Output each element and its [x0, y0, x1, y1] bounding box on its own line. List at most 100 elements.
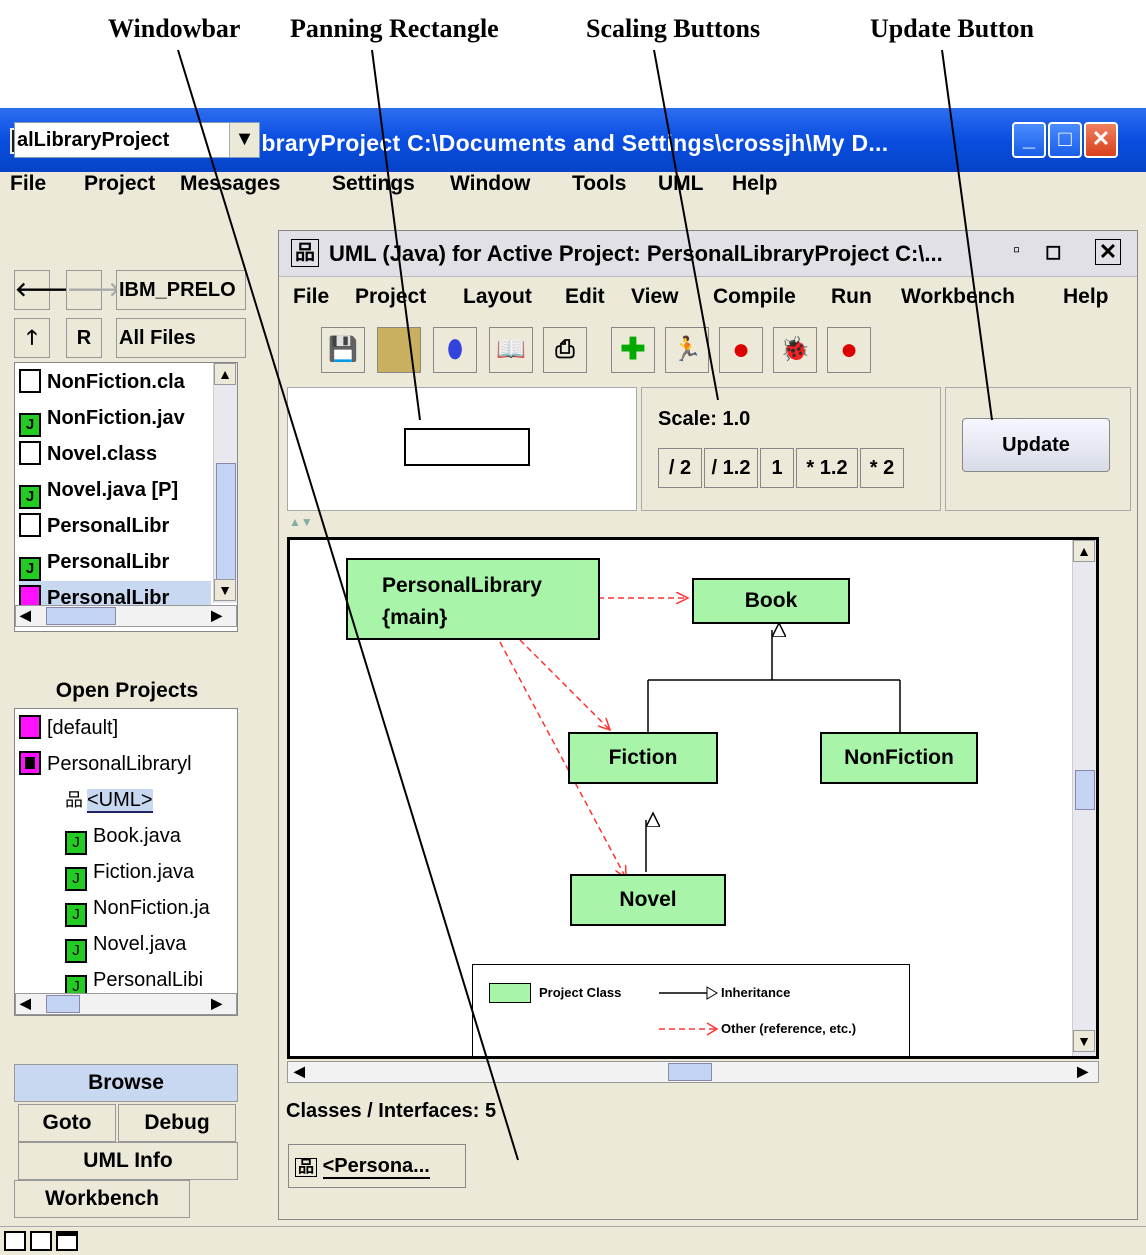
tree-item[interactable]: J Fiction.java: [65, 855, 194, 891]
canvas-vscrollbar[interactable]: ▲ ▼: [1072, 540, 1096, 1056]
iconify-icon[interactable]: ▫: [1013, 239, 1020, 262]
tab-uml-info[interactable]: UML Info: [18, 1142, 238, 1180]
root-button[interactable]: R: [66, 318, 102, 358]
tree-item[interactable]: PersonalLibraryl: [19, 747, 192, 781]
scroll-up-icon[interactable]: ▲: [1073, 540, 1095, 562]
run-icon[interactable]: 🏃: [665, 327, 709, 373]
uml-menu-compile[interactable]: Compile: [713, 285, 796, 309]
scroll-down-icon[interactable]: ▼: [214, 579, 236, 601]
scale-multiply-2-button[interactable]: * 2: [860, 448, 904, 488]
panning-rectangle[interactable]: [404, 428, 530, 466]
close-button[interactable]: ✕: [1084, 122, 1118, 158]
location-field[interactable]: IBM_PRELO: [116, 270, 246, 310]
menu-settings[interactable]: Settings: [332, 172, 415, 196]
uml-menu-edit[interactable]: Edit: [565, 285, 605, 309]
list-item[interactable]: PersonalLibr: [19, 509, 169, 543]
uml-menu-layout[interactable]: Layout: [463, 285, 532, 309]
menu-messages[interactable]: Messages: [180, 172, 280, 196]
save-icon[interactable]: 💾: [321, 327, 365, 373]
menu-uml[interactable]: UML: [658, 172, 704, 196]
book-icon[interactable]: 📖: [489, 327, 533, 373]
tree-item[interactable]: J PersonalLibi: [65, 963, 203, 999]
jar-icon[interactable]: ⬮: [433, 327, 477, 373]
list-item[interactable]: NonFiction.cla: [19, 365, 185, 399]
tree-item[interactable]: J Book.java: [65, 819, 181, 855]
class-novel[interactable]: Novel: [570, 874, 726, 926]
layout-window-icon[interactable]: [56, 1231, 78, 1251]
uml-menu-run[interactable]: Run: [831, 285, 872, 309]
add-icon[interactable]: ✚: [611, 327, 655, 373]
menu-window[interactable]: Window: [450, 172, 530, 196]
layout-doc-icon[interactable]: [30, 1231, 52, 1251]
scroll-thumb[interactable]: [46, 995, 80, 1013]
class-nonfiction[interactable]: NonFiction: [820, 732, 978, 784]
scroll-left-icon[interactable]: ◀: [20, 607, 31, 624]
up-button[interactable]: 🡑: [14, 318, 50, 358]
list-item[interactable]: Novel.class: [19, 437, 157, 471]
menu-project[interactable]: Project: [84, 172, 155, 196]
back-button[interactable]: 🡐: [14, 270, 69, 310]
open-folder-icon[interactable]: [377, 327, 421, 373]
maximize-icon[interactable]: ◻: [1045, 239, 1062, 264]
uml-menu-view[interactable]: View: [631, 285, 678, 309]
debug-ladybug-icon[interactable]: 🐞: [773, 327, 817, 373]
menu-tools[interactable]: Tools: [572, 172, 626, 196]
tree-item[interactable]: [default]: [19, 711, 118, 745]
print-icon[interactable]: ⎙: [543, 327, 587, 373]
uml-menu-project[interactable]: Project: [355, 285, 426, 309]
tab-browse[interactable]: Browse: [14, 1064, 238, 1102]
windowbar-task-button[interactable]: 品 <Persona...: [288, 1144, 466, 1188]
maximize-button[interactable]: □: [1048, 122, 1082, 158]
update-button[interactable]: Update: [962, 418, 1110, 472]
compile-all-apple-icon[interactable]: ●: [827, 327, 871, 373]
scroll-right-icon[interactable]: ▶: [211, 607, 222, 624]
class-personal-library[interactable]: PersonalLibrary {main}: [346, 558, 600, 640]
splitter-arrows-icon[interactable]: ▲▼: [289, 515, 313, 529]
scroll-right-icon[interactable]: ▶: [211, 995, 222, 1012]
scroll-left-icon[interactable]: ◀: [20, 995, 31, 1012]
filter-field[interactable]: All Files: [116, 318, 246, 358]
class-fiction[interactable]: Fiction: [568, 732, 718, 784]
close-icon[interactable]: ✕: [1095, 239, 1121, 265]
list-item[interactable]: J Novel.java [P]: [19, 473, 178, 509]
uml-menu-workbench[interactable]: Workbench: [901, 285, 1015, 309]
uml-menu-file[interactable]: File: [293, 285, 329, 309]
uml-menu-help[interactable]: Help: [1063, 285, 1109, 309]
minimize-button[interactable]: _: [1012, 122, 1046, 158]
scroll-up-icon[interactable]: ▲: [214, 363, 236, 385]
scroll-thumb[interactable]: [216, 463, 236, 583]
forward-button[interactable]: 🡒: [66, 270, 121, 310]
scale-multiply-1-2-button[interactable]: * 1.2: [796, 448, 858, 488]
scroll-thumb[interactable]: [46, 607, 116, 625]
scroll-left-icon[interactable]: ◀: [294, 1063, 305, 1080]
uml-window-titlebar[interactable]: 品 UML (Java) for Active Project: Persona…: [279, 231, 1137, 277]
tab-goto[interactable]: Goto: [18, 1104, 116, 1142]
list-item[interactable]: J PersonalLibr: [19, 545, 169, 581]
diagram-legend: Project Class Inheritance Other (referen…: [472, 964, 910, 1056]
tree-item[interactable]: J Novel.java: [65, 927, 186, 963]
layout-split-icon[interactable]: [4, 1231, 26, 1251]
scale-divide-1-2-button[interactable]: / 1.2: [704, 448, 758, 488]
scale-divide-2-button[interactable]: / 2: [658, 448, 702, 488]
scroll-thumb[interactable]: [668, 1063, 712, 1081]
scroll-right-icon[interactable]: ▶: [1077, 1063, 1088, 1080]
tree-hscrollbar[interactable]: ◀ ▶: [15, 993, 237, 1015]
compile-apple-icon[interactable]: ●: [719, 327, 763, 373]
tab-workbench[interactable]: Workbench: [14, 1180, 190, 1218]
file-list-hscrollbar[interactable]: ◀ ▶: [15, 605, 237, 627]
list-item[interactable]: J NonFiction.jav: [19, 401, 185, 437]
scroll-thumb[interactable]: [1075, 770, 1095, 810]
menu-help[interactable]: Help: [732, 172, 778, 196]
tab-debug[interactable]: Debug: [118, 1104, 236, 1142]
scroll-down-icon[interactable]: ▼: [1073, 1030, 1095, 1052]
tree-item[interactable]: J NonFiction.ja: [65, 891, 210, 927]
tree-item-selected[interactable]: 品 <UML>: [65, 783, 153, 817]
canvas-hscrollbar[interactable]: ◀ ▶: [287, 1061, 1099, 1083]
class-book[interactable]: Book: [692, 578, 850, 624]
uml-diagram-canvas[interactable]: PersonalLibrary {main} Book Fiction NonF…: [287, 537, 1099, 1059]
project-combo[interactable]: alLibraryProject ▼: [14, 122, 260, 158]
file-list-scrollbar[interactable]: ▲ ▼: [213, 363, 237, 603]
scale-reset-button[interactable]: 1: [760, 448, 794, 488]
chevron-down-icon[interactable]: ▼: [229, 123, 259, 157]
menu-file[interactable]: File: [10, 172, 46, 196]
